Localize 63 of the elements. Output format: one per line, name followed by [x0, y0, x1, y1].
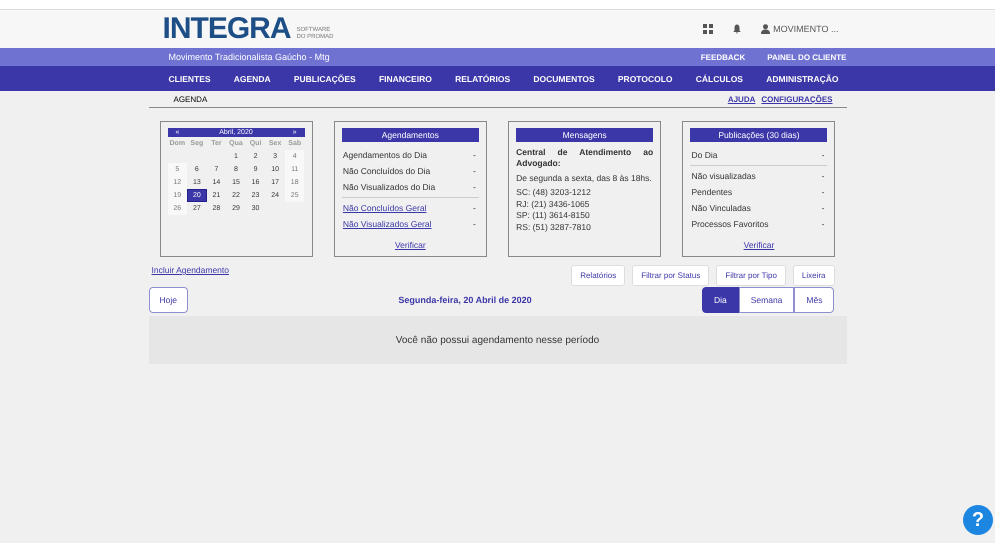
phone-number: SP: (11) 3614-8150	[516, 210, 591, 222]
today-button[interactable]: Hoje	[148, 287, 188, 313]
phone-number: RS: (51) 3287-7810	[516, 222, 592, 233]
header-link[interactable]: PAINEL DO CLIENTE	[767, 52, 846, 62]
summary-label: Do Dia	[691, 150, 718, 160]
nav-item[interactable]: AGENDA	[234, 74, 271, 84]
summary-value: -	[822, 187, 824, 197]
nav-item[interactable]: DOCUMENTOS	[533, 74, 595, 84]
panel-title: Mensagens	[516, 128, 654, 142]
logo-wordmark: INTEGRA	[162, 13, 290, 45]
summary-value: -	[472, 182, 476, 192]
view-tab[interactable]: Mês	[794, 287, 834, 313]
summary-label: Não visualizadas	[691, 171, 756, 181]
summary-value: -	[472, 219, 476, 229]
phone-number: SC: (48) 3203-1212	[516, 187, 592, 198]
user-icon	[761, 24, 770, 34]
user-menu[interactable]: MOVIMENTO ...	[761, 24, 838, 34]
summary-value: -	[472, 203, 476, 213]
message-heading: Central de Atendimento ao Advogado:	[516, 147, 654, 169]
summary-label: Não Concluídos do Dia	[342, 166, 430, 176]
message-text: De segunda a sexta, das 8 às 18hs.	[516, 173, 653, 183]
summary-value: -	[472, 150, 476, 160]
panel-title: Agendamentos	[342, 128, 479, 142]
nav-item[interactable]: CLIENTES	[168, 74, 211, 84]
panel-title: Publicações (30 dias)	[690, 128, 828, 142]
nav-item[interactable]: FINANCEIRO	[378, 74, 432, 84]
nav-item[interactable]: PUBLICAÇÕES	[294, 74, 356, 84]
summary-value: -	[822, 203, 824, 213]
header-link[interactable]: AJUDA	[728, 94, 756, 104]
bell-icon[interactable]	[733, 24, 742, 34]
nav-item[interactable]: CÁLCULOS	[696, 74, 743, 84]
action-button[interactable]: Relatórios	[571, 265, 626, 286]
view-tab[interactable]: Dia	[702, 287, 739, 313]
header-link[interactable]: CONFIGURAÇÕES	[761, 94, 832, 104]
view-tab[interactable]: Semana	[738, 287, 794, 313]
summary-link[interactable]: Não Concluídos Geral	[342, 203, 426, 213]
current-date: Segunda-feira, 20 Abril de 2020	[398, 295, 532, 305]
verify-link[interactable]: Verificar	[744, 240, 774, 250]
summary-label: Pendentes	[691, 187, 732, 197]
phone-number: RJ: (21) 3436-1065	[516, 198, 590, 210]
action-button[interactable]: Lixeira	[792, 265, 834, 286]
grid-icon[interactable]	[703, 24, 714, 34]
summary-value: -	[822, 219, 824, 229]
organization-name: Movimento Tradicionalista Gaúcho - Mtg	[168, 52, 330, 62]
summary-value: -	[822, 171, 824, 181]
summary-label: Agendamentos do Dia	[342, 150, 427, 160]
verify-link[interactable]: Verificar	[394, 240, 426, 250]
summary-value: -	[822, 150, 824, 160]
action-button[interactable]: Filtrar por Status	[632, 265, 710, 286]
summary-label: Não Vinculadas	[691, 203, 751, 213]
summary-label: Processos Favoritos	[691, 219, 768, 229]
summary-label: Não Visualizados do Dia	[342, 182, 436, 192]
help-button[interactable]: ?	[963, 505, 993, 535]
summary-link[interactable]: Não Visualizados Geral	[342, 219, 432, 229]
action-button[interactable]: Filtrar por Tipo	[716, 265, 786, 286]
nav-item[interactable]: RELATÓRIOS	[455, 74, 510, 84]
nav-item[interactable]: ADMINISTRAÇÃO	[766, 74, 838, 84]
page-title: AGENDA	[174, 94, 208, 104]
summary-value: -	[472, 166, 476, 176]
header-link[interactable]: FEEDBACK	[700, 52, 746, 62]
nav-item[interactable]: PROTOCOLO	[618, 74, 673, 84]
empty-message: Você não possui agendamento nesse período	[396, 334, 600, 346]
add-appointment-link[interactable]: Incluir Agendamento	[152, 265, 229, 275]
